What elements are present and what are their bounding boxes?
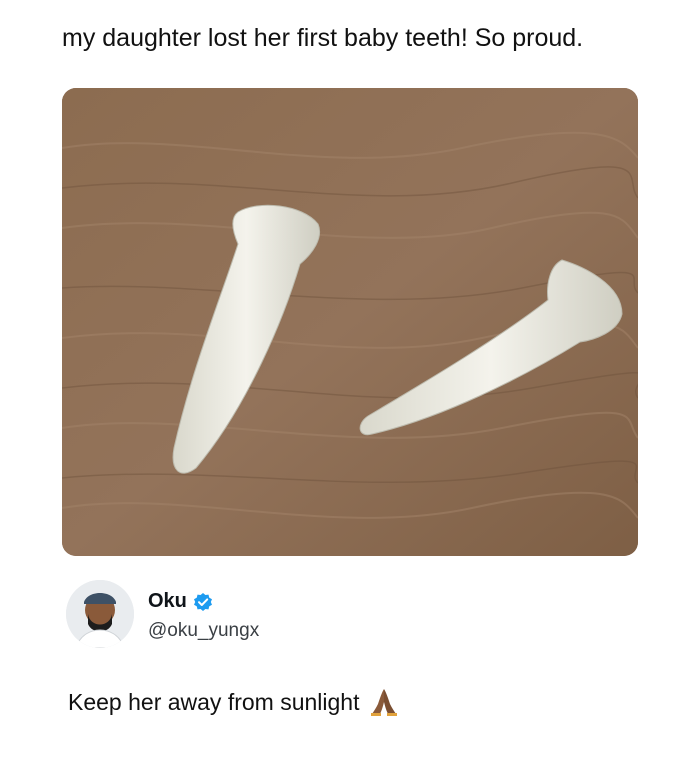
teeth-photo-image: [62, 88, 638, 556]
verified-badge-icon: [193, 592, 213, 612]
folded-hands-icon: [368, 686, 400, 718]
display-name[interactable]: Oku: [148, 590, 187, 613]
reply-card: Oku @oku_yungx Keep her away from sunlig…: [66, 580, 646, 730]
reply-text-content: Keep her away from sunlight: [68, 688, 360, 715]
post-photo[interactable]: [62, 88, 638, 556]
reply-text: Keep her away from sunlight: [68, 686, 400, 718]
user-handle[interactable]: @oku_yungx: [148, 620, 259, 642]
post-text: my daughter lost her first baby teeth! S…: [62, 24, 584, 52]
avatar[interactable]: [66, 580, 134, 648]
